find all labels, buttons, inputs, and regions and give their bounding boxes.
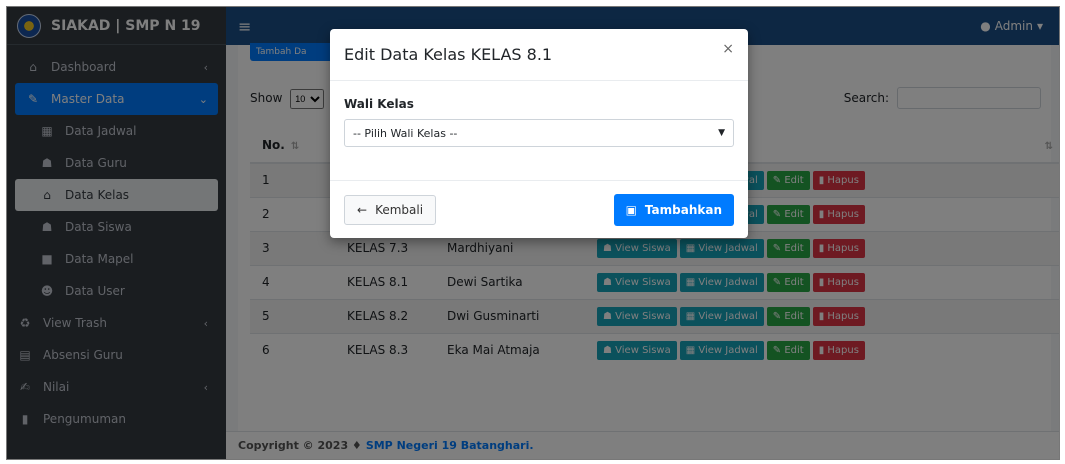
submit-button[interactable]: ▣ Tambahkan	[613, 193, 734, 226]
app-window: SIAKAD | SMP N 19 ⌂ Dashboard ‹ ✎ Master…	[6, 6, 1060, 460]
wali-kelas-select[interactable]: -- Pilih Wali Kelas -- ▼	[344, 119, 734, 147]
modal-title: Edit Data Kelas KELAS 8.1	[344, 45, 553, 64]
modal-footer: ← Kembali ▣ Tambahkan	[330, 180, 748, 238]
arrow-left-icon: ←	[357, 202, 368, 217]
submit-button-label: Tambahkan	[644, 202, 722, 217]
modal-header: Edit Data Kelas KELAS 8.1 ×	[330, 29, 748, 81]
close-icon[interactable]: ×	[722, 41, 734, 57]
edit-kelas-modal: Edit Data Kelas KELAS 8.1 × Wali Kelas -…	[330, 29, 748, 238]
chevron-down-icon: ▼	[718, 128, 725, 138]
back-button-label: Kembali	[375, 202, 424, 217]
select-value: -- Pilih Wali Kelas --	[353, 126, 458, 140]
wali-kelas-label: Wali Kelas	[344, 97, 414, 111]
modal-body: Wali Kelas -- Pilih Wali Kelas -- ▼	[330, 81, 748, 163]
save-icon: ▣	[625, 202, 637, 217]
back-button[interactable]: ← Kembali	[344, 194, 437, 225]
